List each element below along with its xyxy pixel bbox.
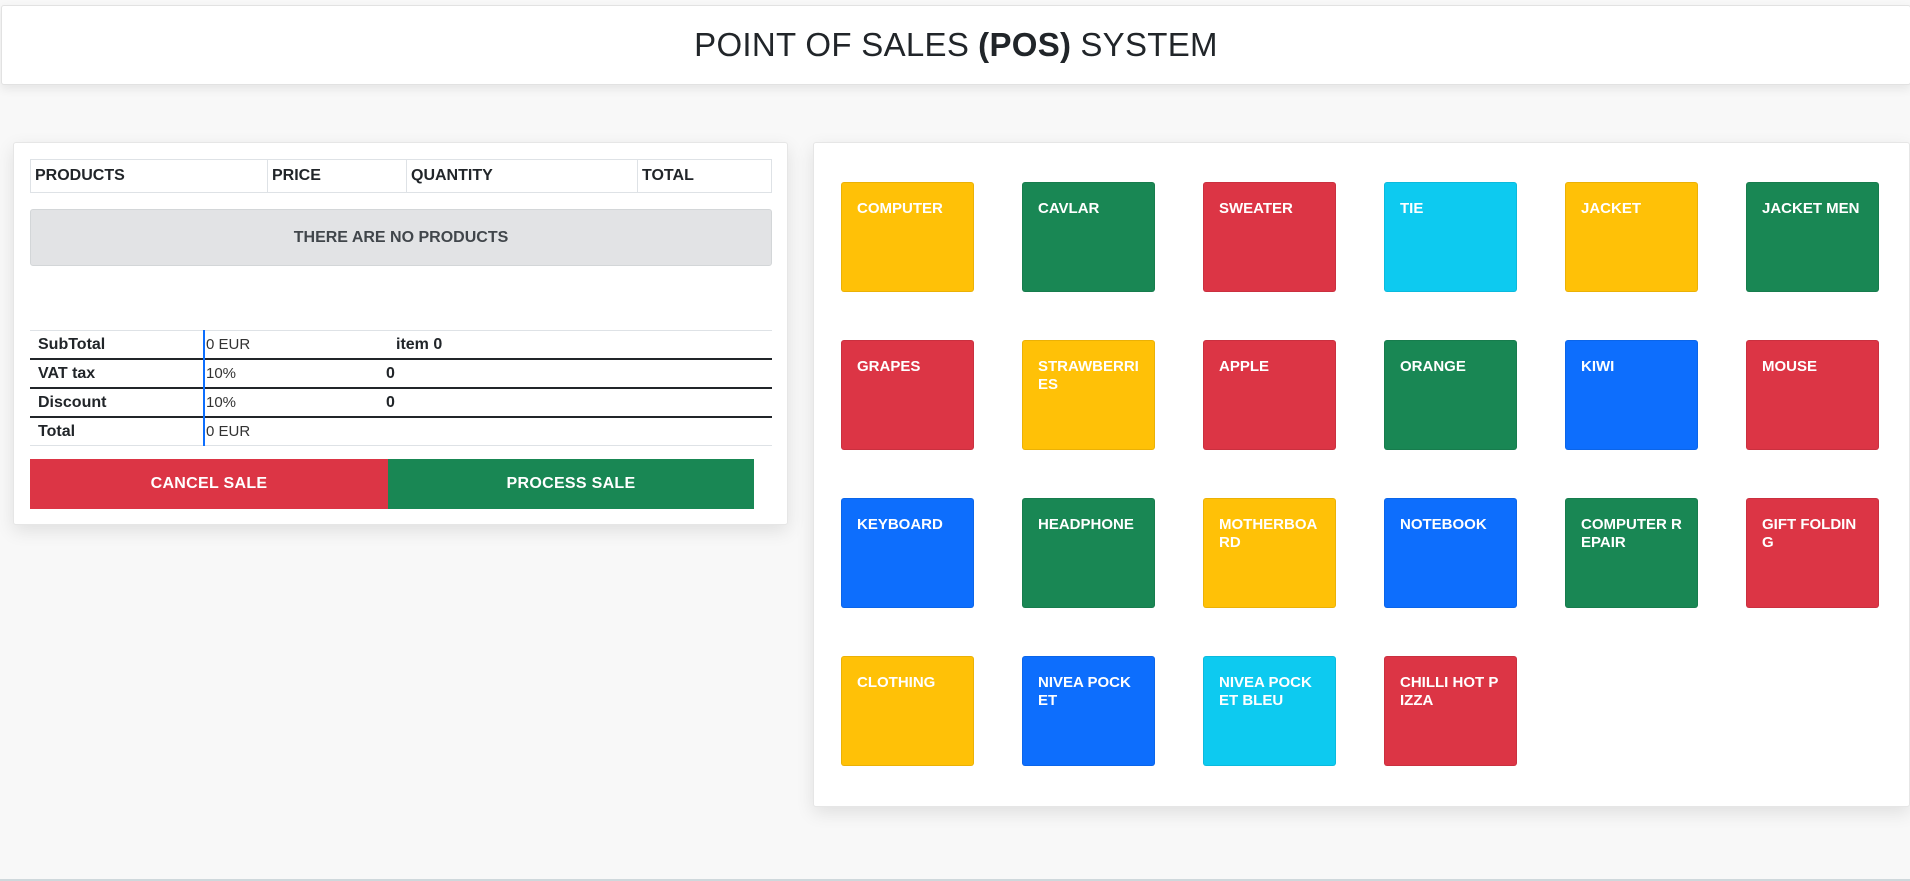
- product-tile[interactable]: SWEATER: [1203, 182, 1336, 292]
- product-tile[interactable]: JACKET: [1565, 182, 1698, 292]
- subtotal-row: SubTotal 0 EUR item 0: [30, 330, 772, 359]
- product-tile[interactable]: TIE: [1384, 182, 1517, 292]
- product-tile[interactable]: GIFT FOLDING: [1746, 498, 1879, 608]
- product-tile[interactable]: APPLE: [1203, 340, 1336, 450]
- col-total: TOTAL: [637, 159, 772, 193]
- col-price: PRICE: [267, 159, 407, 193]
- product-tile[interactable]: NIVEA POCKET BLEU: [1203, 656, 1336, 766]
- sale-actions: CANCEL SALE PROCESS SALE: [30, 459, 754, 509]
- vat-value: 10%: [203, 359, 396, 388]
- product-tile[interactable]: HEADPHONE: [1022, 498, 1155, 608]
- product-tile[interactable]: MOUSE: [1746, 340, 1879, 450]
- product-tile[interactable]: NIVEA POCKET: [1022, 656, 1155, 766]
- product-tile[interactable]: CLOTHING: [841, 656, 974, 766]
- product-tile[interactable]: KEYBOARD: [841, 498, 974, 608]
- products-panel: COMPUTER CAVLAR SWEATER TIE JACKET JACKET MEN…: [813, 142, 1910, 807]
- empty-cart-message: THERE ARE NO PRODUCTS: [30, 209, 772, 266]
- total-value: 0 EUR: [203, 417, 396, 446]
- product-tile[interactable]: STRAWBERRIES: [1022, 340, 1155, 450]
- vat-label: VAT tax: [38, 364, 96, 382]
- vat-row: VAT tax 10% 0: [30, 359, 772, 388]
- process-sale-button[interactable]: PROCESS SALE: [388, 459, 754, 509]
- product-tile[interactable]: NOTEBOOK: [1384, 498, 1517, 608]
- subtotal-label: SubTotal: [38, 335, 106, 353]
- vat-amount: 0: [386, 364, 395, 382]
- product-tile[interactable]: MOTHERBOARD: [1203, 498, 1336, 608]
- discount-value: 10%: [203, 388, 396, 417]
- product-tile[interactable]: COMPUTER: [841, 182, 974, 292]
- title-post: SYSTEM: [1080, 26, 1218, 63]
- product-tile[interactable]: CAVLAR: [1022, 182, 1155, 292]
- subtotal-value: 0 EUR: [203, 330, 396, 359]
- product-grid: COMPUTER CAVLAR SWEATER TIE JACKET JACKET MEN…: [841, 182, 1879, 766]
- product-tile[interactable]: COMPUTER REPAIR: [1565, 498, 1698, 608]
- product-tile[interactable]: KIWI: [1565, 340, 1698, 450]
- col-products: PRODUCTS: [30, 159, 268, 193]
- discount-label: Discount: [38, 393, 107, 411]
- discount-row: Discount 10% 0: [30, 388, 772, 417]
- cancel-sale-button[interactable]: CANCEL SALE: [30, 459, 388, 509]
- product-tile[interactable]: GRAPES: [841, 340, 974, 450]
- product-tile[interactable]: JACKET MEN: [1746, 182, 1879, 292]
- total-empty-cell: [396, 417, 772, 446]
- total-row: Total 0 EUR: [30, 417, 772, 446]
- cart-panel: PRODUCTS PRICE QUANTITY TOTAL THERE ARE …: [13, 142, 788, 525]
- col-quantity: QUANTITY: [406, 159, 638, 193]
- page-header: POINT OF SALES (POS) SYSTEM: [1, 5, 1910, 85]
- product-tile[interactable]: ORANGE: [1384, 340, 1517, 450]
- summary-table: SubTotal 0 EUR item 0 VAT tax 10% 0 Disc…: [30, 330, 772, 446]
- total-label: Total: [38, 422, 76, 440]
- title-pre: POINT OF SALES: [694, 26, 970, 63]
- discount-amount: 0: [386, 393, 395, 411]
- product-tile[interactable]: CHILLI HOT PIZZA: [1384, 656, 1517, 766]
- title-bold: (POS): [978, 26, 1072, 63]
- cart-table-header: PRODUCTS PRICE QUANTITY TOTAL: [30, 159, 772, 193]
- item-count: item 0: [396, 335, 443, 353]
